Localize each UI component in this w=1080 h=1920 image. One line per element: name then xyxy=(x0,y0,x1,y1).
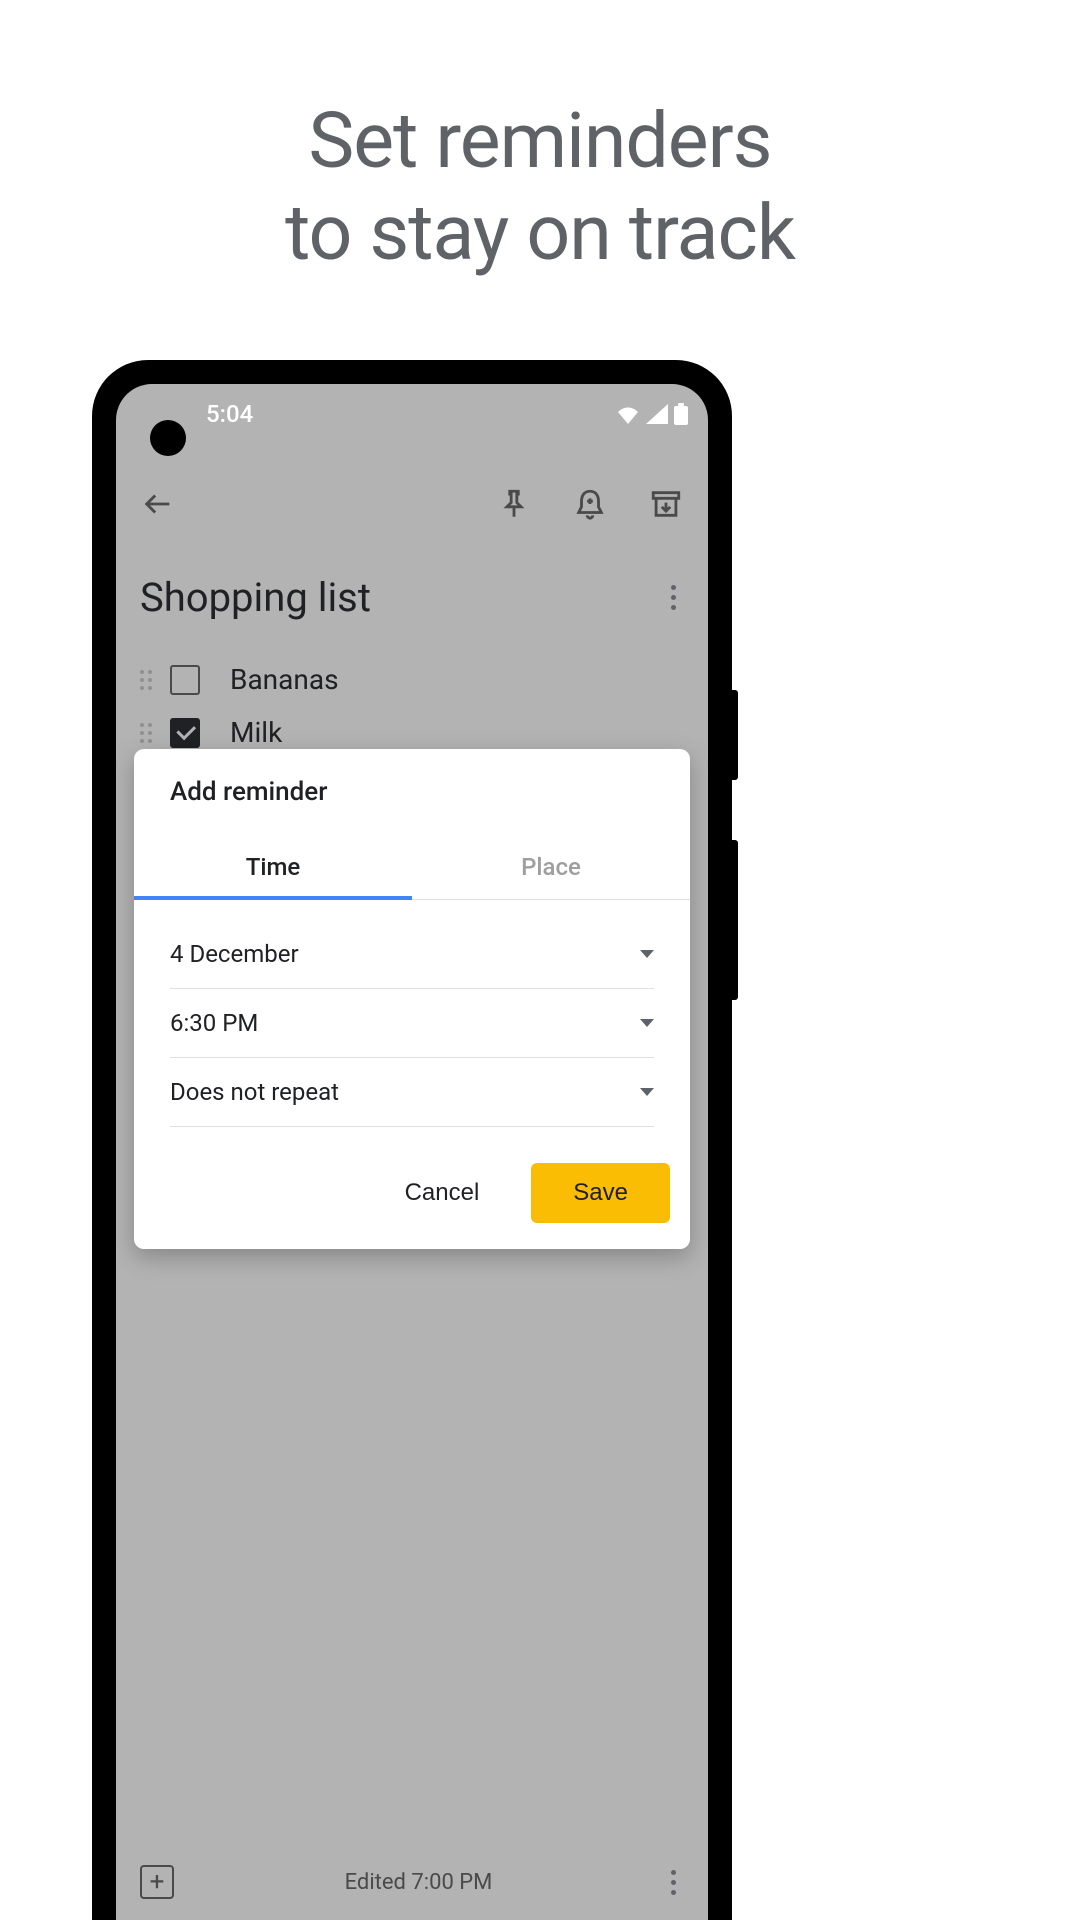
signal-icon xyxy=(646,404,668,424)
pin-icon[interactable] xyxy=(496,486,532,522)
add-reminder-dialog: Add reminder Time Place 4 December 6:30 … xyxy=(134,749,690,1249)
phone-frame: 5:04 xyxy=(92,360,732,1920)
checkbox-checked[interactable] xyxy=(170,718,200,748)
tab-time[interactable]: Time xyxy=(134,835,412,899)
edited-timestamp: Edited 7:00 PM xyxy=(194,1870,643,1895)
status-bar: 5:04 xyxy=(116,384,708,444)
more-options-icon[interactable] xyxy=(663,577,684,618)
list-item[interactable]: Bananas xyxy=(140,653,684,706)
camera-punch-hole xyxy=(150,420,186,456)
note-title[interactable]: Shopping list xyxy=(140,574,371,621)
add-content-icon[interactable]: + xyxy=(140,1865,174,1899)
chevron-down-icon xyxy=(640,950,654,958)
list-item-label[interactable]: Milk xyxy=(230,716,282,749)
phone-side-button xyxy=(732,840,738,1000)
save-button[interactable]: Save xyxy=(531,1163,670,1223)
time-field[interactable]: 6:30 PM xyxy=(170,989,654,1058)
back-icon[interactable] xyxy=(140,486,176,522)
dialog-tabs: Time Place xyxy=(134,835,690,900)
dialog-title: Add reminder xyxy=(134,749,690,835)
marketing-headline: Set reminders to stay on track xyxy=(0,0,1080,280)
checkbox[interactable] xyxy=(170,665,200,695)
app-toolbar xyxy=(116,464,708,544)
chevron-down-icon xyxy=(640,1088,654,1096)
repeat-field[interactable]: Does not repeat xyxy=(170,1058,654,1127)
time-value: 6:30 PM xyxy=(170,1009,258,1037)
date-field[interactable]: 4 December xyxy=(170,920,654,989)
bottom-bar: + Edited 7:00 PM xyxy=(116,1844,708,1920)
archive-icon[interactable] xyxy=(648,486,684,522)
status-time: 5:04 xyxy=(206,400,253,428)
battery-icon xyxy=(674,403,688,425)
drag-handle-icon[interactable] xyxy=(140,670,152,690)
cancel-button[interactable]: Cancel xyxy=(377,1163,508,1223)
chevron-down-icon xyxy=(640,1019,654,1027)
tab-place[interactable]: Place xyxy=(412,835,690,899)
date-value: 4 December xyxy=(170,940,299,968)
phone-side-button xyxy=(732,690,738,780)
list-item-label[interactable]: Bananas xyxy=(230,663,339,696)
hero-line2: to stay on track xyxy=(285,188,795,278)
note-area: Shopping list Bananas xyxy=(116,574,708,759)
hero-line1: Set reminders xyxy=(309,96,772,186)
reminder-bell-icon[interactable] xyxy=(572,486,608,522)
repeat-value: Does not repeat xyxy=(170,1078,339,1106)
more-options-icon[interactable] xyxy=(663,1862,684,1903)
drag-handle-icon[interactable] xyxy=(140,723,152,743)
wifi-icon xyxy=(616,404,640,424)
